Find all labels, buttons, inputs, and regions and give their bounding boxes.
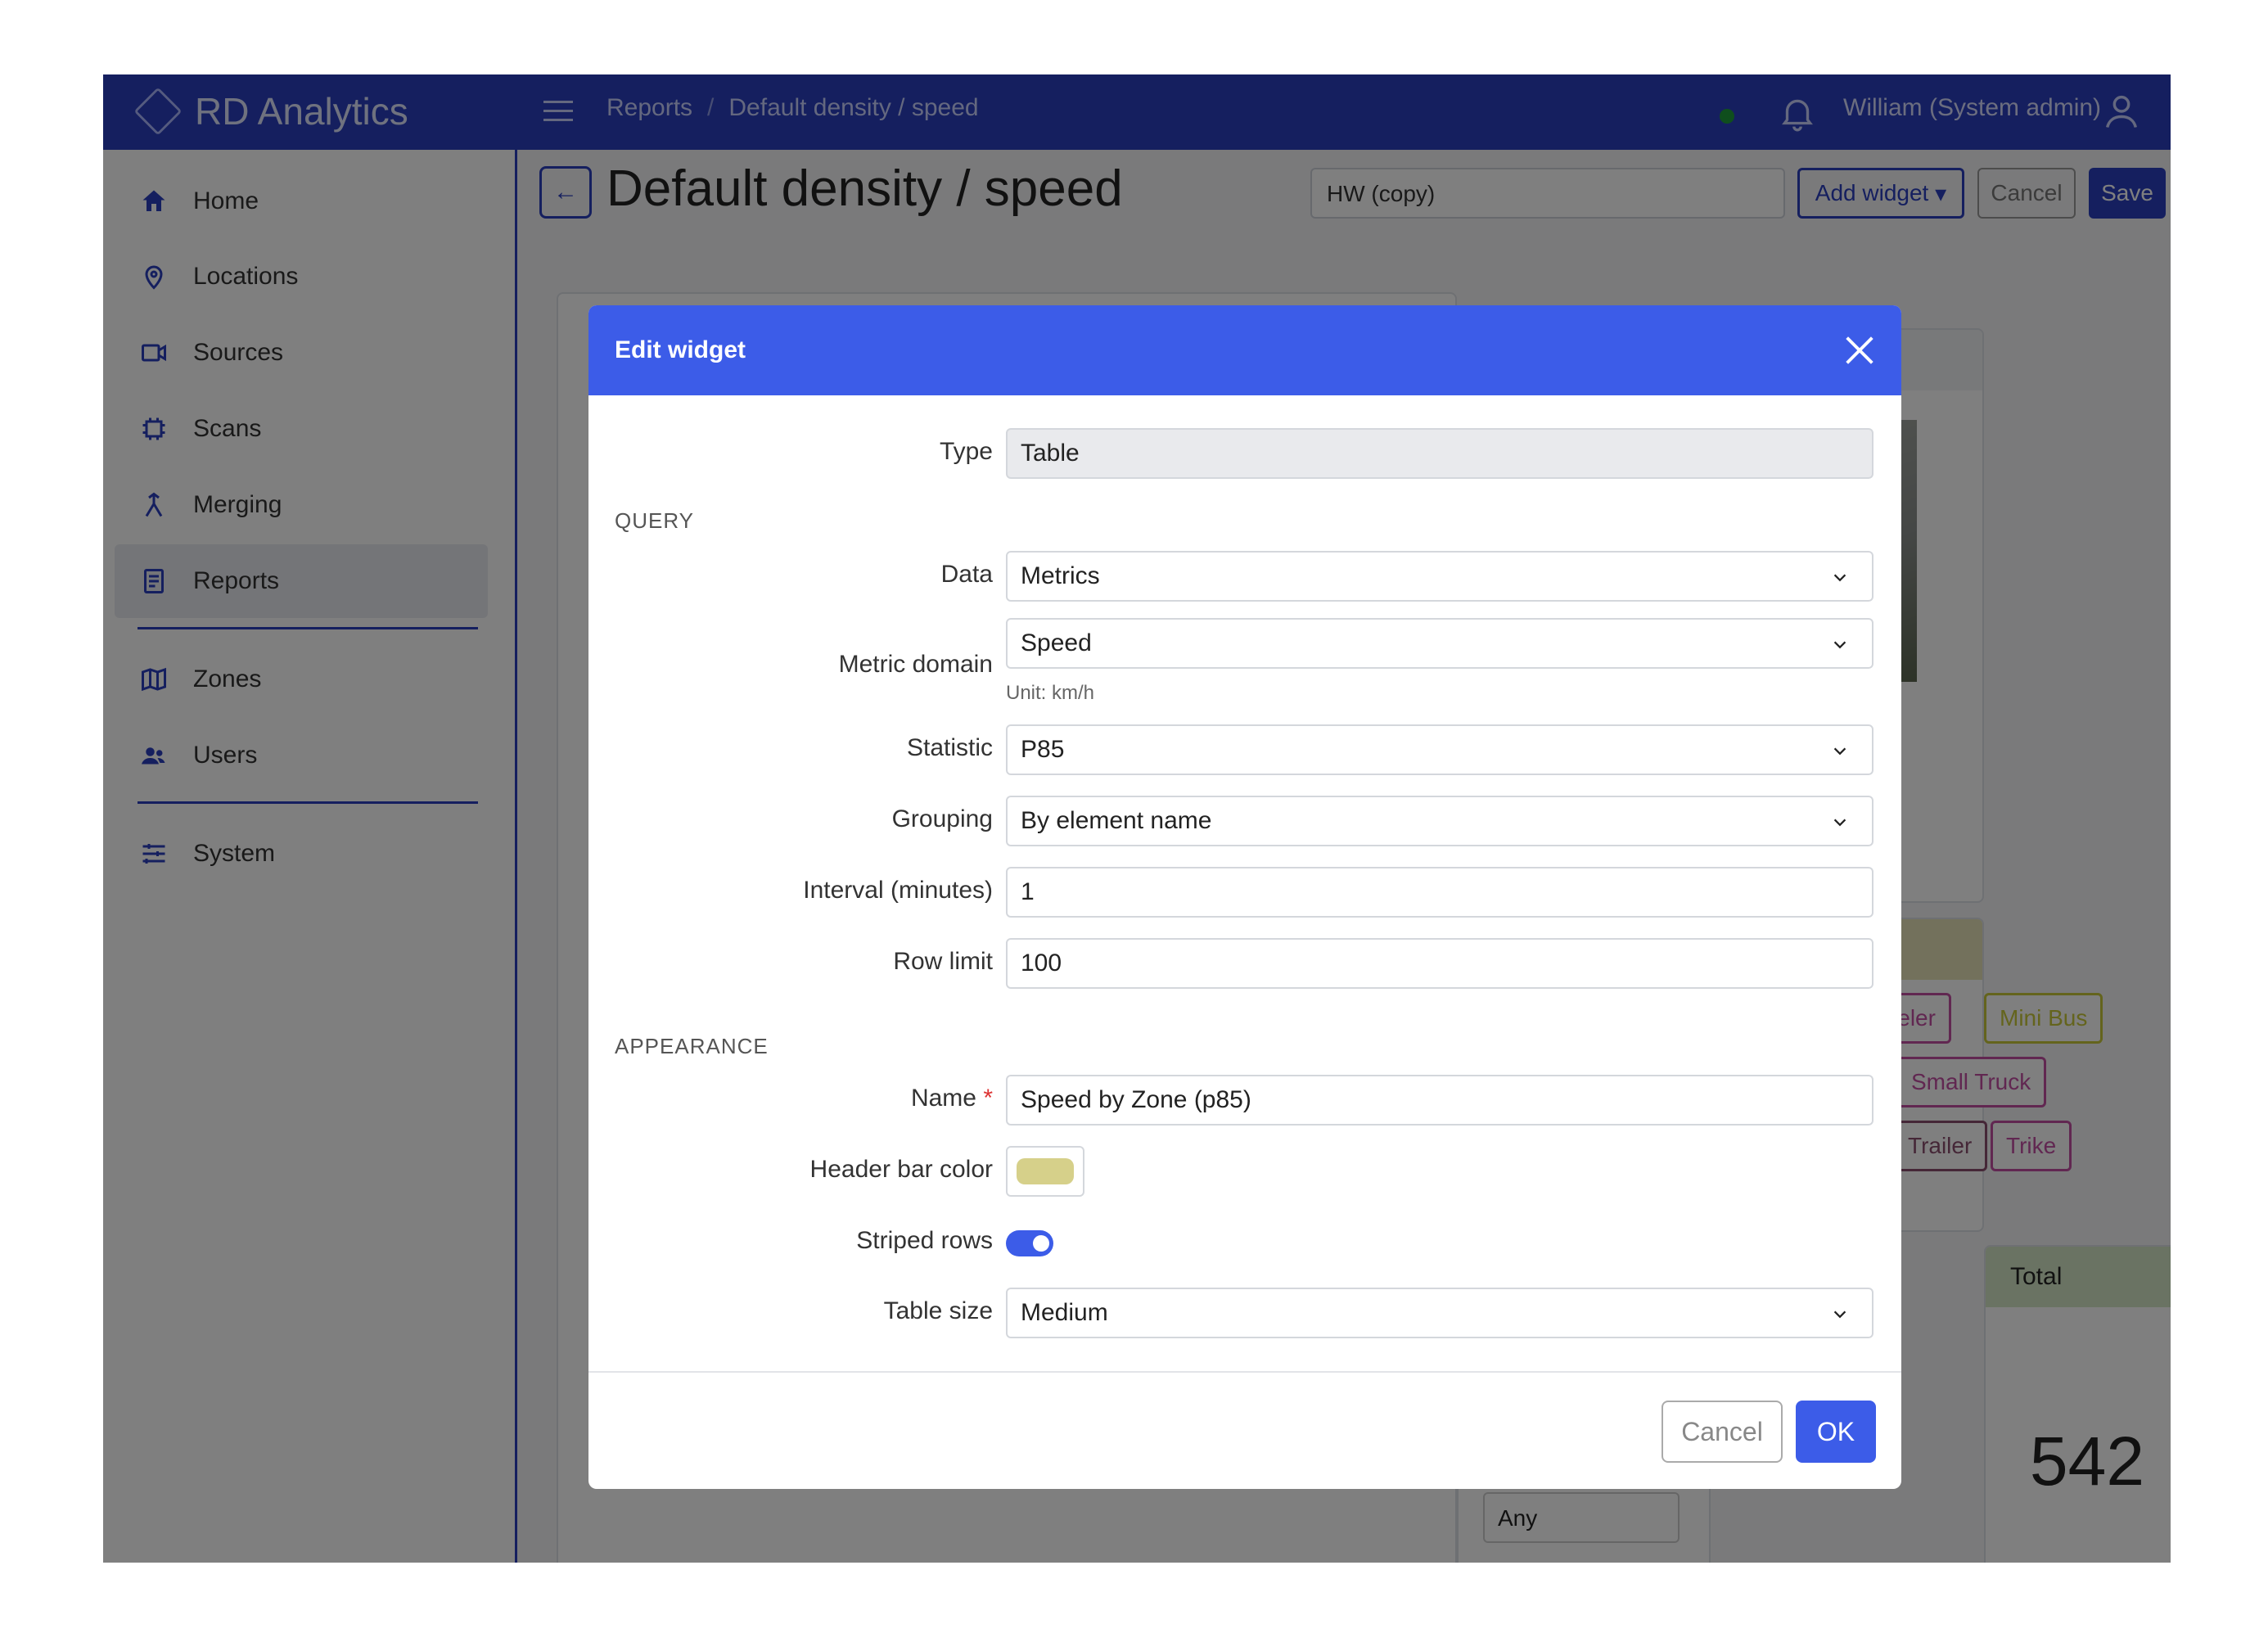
row-limit-value: 100 bbox=[1021, 950, 1062, 977]
striped-rows-label: Striped rows bbox=[856, 1227, 993, 1254]
type-value: Table bbox=[1021, 440, 1080, 467]
dialog-title: Edit widget bbox=[615, 336, 746, 363]
statistic-select[interactable]: P85 bbox=[1006, 724, 1873, 775]
table-size-label: Table size bbox=[883, 1297, 993, 1324]
chevron-down-icon bbox=[1833, 819, 1846, 827]
metric-domain-label: Metric domain bbox=[838, 651, 993, 678]
chevron-down-icon bbox=[1833, 641, 1846, 649]
row-limit-input[interactable]: 100 bbox=[1006, 938, 1873, 989]
row-limit-label: Row limit bbox=[893, 948, 993, 975]
unit-hint: Unit: km/h bbox=[1006, 682, 1095, 704]
table-size-value: Medium bbox=[1021, 1299, 1108, 1326]
table-size-select[interactable]: Medium bbox=[1006, 1288, 1873, 1338]
statistic-label: Statistic bbox=[906, 734, 993, 761]
name-input[interactable]: Speed by Zone (p85) bbox=[1006, 1075, 1873, 1126]
metric-domain-value: Speed bbox=[1021, 629, 1092, 656]
data-select-value: Metrics bbox=[1021, 562, 1100, 589]
interval-label: Interval (minutes) bbox=[803, 877, 993, 904]
close-icon[interactable] bbox=[1841, 332, 1878, 369]
dialog-footer: Cancel OK bbox=[588, 1371, 1901, 1489]
name-label-text: Name bbox=[910, 1085, 976, 1112]
type-label: Type bbox=[939, 438, 993, 465]
dialog-ok-button[interactable]: OK bbox=[1796, 1401, 1876, 1463]
type-field: Table bbox=[1006, 428, 1873, 479]
interval-value: 1 bbox=[1021, 878, 1035, 905]
grouping-value: By element name bbox=[1021, 807, 1212, 834]
name-label: Name * bbox=[911, 1085, 993, 1112]
data-label: Data bbox=[940, 561, 993, 588]
grouping-select[interactable]: By element name bbox=[1006, 796, 1873, 846]
statistic-value: P85 bbox=[1021, 736, 1065, 763]
striped-rows-toggle[interactable] bbox=[1006, 1230, 1053, 1256]
grouping-label: Grouping bbox=[891, 805, 993, 832]
chevron-down-icon bbox=[1833, 747, 1846, 756]
dialog-cancel-button[interactable]: Cancel bbox=[1662, 1401, 1783, 1463]
chevron-down-icon bbox=[1833, 574, 1846, 582]
header-color-picker[interactable] bbox=[1006, 1146, 1084, 1197]
edit-widget-dialog: Edit widget Type Table QUERY Data Metric… bbox=[588, 305, 1901, 1489]
metric-domain-select[interactable]: Speed bbox=[1006, 618, 1873, 669]
appearance-section-title: APPEARANCE bbox=[615, 1034, 769, 1058]
name-value: Speed by Zone (p85) bbox=[1021, 1086, 1251, 1113]
required-marker: * bbox=[983, 1085, 993, 1112]
app-window: RD Analytics Reports / Default density /… bbox=[103, 74, 2171, 1563]
color-swatch bbox=[1017, 1158, 1074, 1184]
data-select[interactable]: Metrics bbox=[1006, 551, 1873, 602]
dialog-header: Edit widget bbox=[588, 305, 1901, 395]
header-color-label: Header bar color bbox=[809, 1156, 993, 1183]
interval-input[interactable]: 1 bbox=[1006, 867, 1873, 918]
query-section-title: QUERY bbox=[615, 508, 694, 533]
chevron-down-icon bbox=[1833, 1310, 1846, 1319]
toggle-knob bbox=[1033, 1235, 1049, 1252]
